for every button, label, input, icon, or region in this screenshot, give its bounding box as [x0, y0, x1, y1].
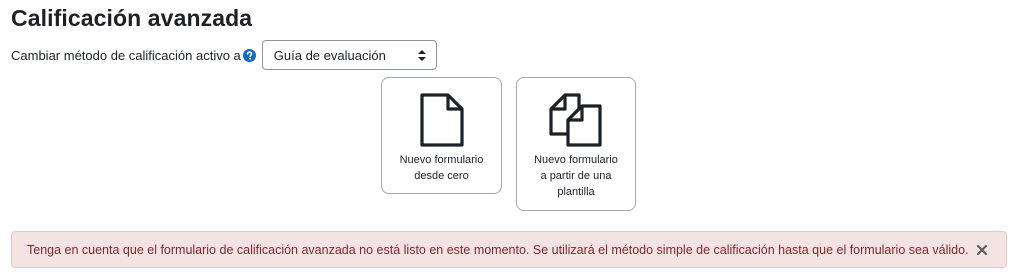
close-icon[interactable] — [975, 242, 989, 258]
grading-method-select[interactable]: Guía de evaluación — [261, 40, 437, 70]
grading-method-selected-value: Guía de evaluación — [273, 47, 386, 63]
grading-method-row: Cambiar método de calificación activo a … — [11, 40, 437, 70]
question-circle-icon[interactable] — [242, 48, 256, 62]
select-arrows-icon — [417, 49, 427, 61]
card-label-line: desde cero — [414, 170, 469, 182]
warning-alert: Tenga en cuenta que el formulario de cal… — [11, 231, 1007, 268]
alert-message: Tenga en cuenta que el formulario de cal… — [27, 242, 969, 257]
grading-method-label: Cambiar método de calificación activo a — [11, 47, 241, 63]
blank-document-icon — [418, 92, 466, 148]
page-title: Calificación avanzada — [11, 5, 253, 31]
new-form-from-scratch-button[interactable]: Nuevo formulario desde cero — [381, 77, 502, 194]
copy-documents-icon — [548, 92, 604, 148]
card-label-line: a partir de una — [540, 170, 612, 182]
new-form-from-template-button[interactable]: Nuevo formulario a partir de una plantil… — [516, 77, 636, 211]
card-label-line: Nuevo formulario — [534, 154, 618, 166]
card-label-line: Nuevo formulario — [399, 154, 484, 166]
card-label-line: plantilla — [557, 186, 595, 198]
